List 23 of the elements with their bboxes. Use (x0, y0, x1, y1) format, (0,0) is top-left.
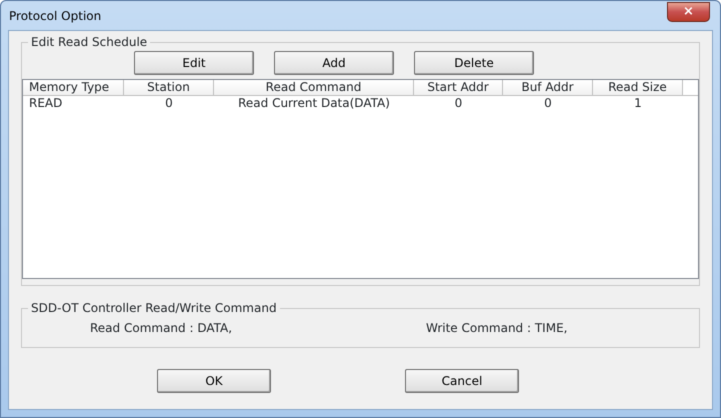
column-header[interactable]: Memory Type (23, 80, 124, 95)
toolbar-button[interactable]: Add (274, 51, 394, 75)
group-title: SDD-OT Controller Read/Write Command (30, 301, 278, 315)
ok-button[interactable]: OK (157, 369, 271, 393)
column-header[interactable]: Read Command (214, 80, 414, 95)
table-cell-text: 0 (454, 96, 464, 110)
column-header[interactable]: Station (124, 80, 214, 95)
window-title: Protocol Option (9, 8, 102, 24)
table-cell-text: 0 (543, 96, 553, 110)
read-command-label: Read Command : DATA, (90, 320, 234, 337)
close-button[interactable]: × (667, 2, 710, 22)
table-cell-text: READ (28, 96, 64, 110)
column-header[interactable]: Start Addr (414, 80, 503, 95)
table-cell-text: 1 (633, 96, 643, 110)
write-command-label: Write Command : TIME, (426, 320, 568, 337)
table-cell-text: Read Current Data(DATA) (237, 96, 391, 110)
table-cell-text: 0 (164, 96, 174, 110)
toolbar-button[interactable]: Delete (414, 51, 534, 75)
toolbar-button[interactable]: Edit (134, 51, 254, 75)
group-title: Edit Read Schedule (30, 35, 148, 49)
column-header[interactable]: Buf Addr (503, 80, 593, 95)
column-header[interactable]: Read Size (593, 80, 683, 95)
cancel-button[interactable]: Cancel (405, 369, 519, 393)
